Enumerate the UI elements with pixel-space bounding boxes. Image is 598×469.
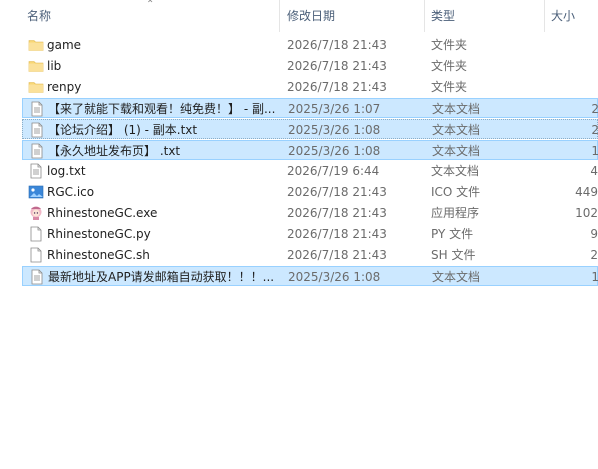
file-date: 2025/3/26 1:08 bbox=[288, 270, 381, 284]
file-size: 2 bbox=[591, 102, 598, 116]
file-row[interactable]: RhinestoneGC.sh 2026/7/18 21:43 SH 文件 2 bbox=[22, 245, 598, 265]
file-type: 文件夹 bbox=[431, 59, 468, 73]
blank-file-icon bbox=[28, 224, 44, 244]
file-name: RhinestoneGC.exe bbox=[47, 206, 158, 220]
file-date: 2026/7/18 21:43 bbox=[287, 59, 387, 73]
image-icon bbox=[28, 182, 44, 202]
file-size bbox=[542, 56, 598, 76]
file-name: log.txt bbox=[47, 164, 86, 178]
file-row[interactable]: lib 2026/7/18 21:43 文件夹 bbox=[22, 56, 598, 76]
file-date: 2026/7/19 6:44 bbox=[287, 164, 380, 178]
file-name: 最新地址及APP请发邮箱自动获取！！！... bbox=[48, 270, 275, 284]
text-file-icon bbox=[29, 120, 45, 140]
file-date: 2025/3/26 1:08 bbox=[288, 123, 381, 137]
file-type: SH 文件 bbox=[431, 248, 476, 262]
column-header-type[interactable]: 类型 bbox=[431, 0, 455, 32]
file-name: renpy bbox=[47, 80, 82, 94]
file-name: 【永久地址发布页】 .txt bbox=[48, 144, 181, 158]
file-date: 2026/7/18 21:43 bbox=[287, 80, 387, 94]
file-row[interactable]: RhinestoneGC.py 2026/7/18 21:43 PY 文件 9 bbox=[22, 224, 598, 244]
blank-file-icon bbox=[28, 245, 44, 265]
file-row[interactable]: renpy 2026/7/18 21:43 文件夹 bbox=[22, 77, 598, 97]
file-name: 【来了就能下载和观看！纯免费！】 - 副... bbox=[48, 102, 276, 116]
file-type: 文件夹 bbox=[431, 38, 468, 52]
text-file-icon bbox=[28, 161, 44, 181]
file-row[interactable]: game 2026/7/18 21:43 文件夹 bbox=[22, 35, 598, 55]
file-size: 2 bbox=[591, 123, 598, 137]
file-date: 2025/3/26 1:07 bbox=[288, 102, 381, 116]
file-size: 9 bbox=[590, 227, 598, 241]
file-size bbox=[542, 35, 598, 55]
sort-ascending-icon: ⌃ bbox=[146, 0, 155, 10]
column-divider[interactable] bbox=[424, 0, 425, 32]
column-header-date[interactable]: 修改日期 bbox=[287, 0, 335, 32]
file-type: ICO 文件 bbox=[431, 185, 481, 199]
file-row[interactable]: 【永久地址发布页】 .txt 2025/3/26 1:08 文本文档 1 bbox=[22, 140, 598, 160]
file-type: PY 文件 bbox=[431, 227, 474, 241]
file-type: 文本文档 bbox=[432, 123, 481, 137]
file-row[interactable]: 【来了就能下载和观看！纯免费！】 - 副... 2025/3/26 1:07 文本文… bbox=[22, 98, 598, 118]
column-header: ⌃ 名称 修改日期 类型 大小 bbox=[0, 0, 598, 32]
file-row[interactable]: RGC.ico 2026/7/18 21:43 ICO 文件 449 bbox=[22, 182, 598, 202]
file-date: 2026/7/18 21:43 bbox=[287, 227, 387, 241]
file-type: 文本文档 bbox=[432, 102, 481, 116]
file-date: 2026/7/18 21:43 bbox=[287, 185, 387, 199]
file-date: 2026/7/18 21:43 bbox=[287, 38, 387, 52]
file-size: 1 bbox=[591, 144, 598, 158]
file-date: 2026/7/18 21:43 bbox=[287, 206, 387, 220]
column-divider[interactable] bbox=[279, 0, 280, 32]
file-name: 【论坛介绍】 (1) - 副本.txt bbox=[48, 123, 198, 137]
file-name: game bbox=[47, 38, 82, 52]
file-row[interactable]: 最新地址及APP请发邮箱自动获取！！！... 2025/3/26 1:08 文本文档… bbox=[22, 266, 598, 286]
file-size: 102 bbox=[575, 206, 598, 220]
column-divider[interactable] bbox=[544, 0, 545, 32]
text-file-icon bbox=[29, 141, 45, 161]
file-date: 2026/7/18 21:43 bbox=[287, 248, 387, 262]
file-type: 文本文档 bbox=[432, 270, 481, 284]
column-header-name[interactable]: 名称 bbox=[27, 0, 51, 32]
file-type: 文本文档 bbox=[432, 144, 481, 158]
file-row[interactable]: RhinestoneGC.exe 2026/7/18 21:43 应用程序 102 bbox=[22, 203, 598, 223]
file-name: lib bbox=[47, 59, 62, 73]
file-size: 2 bbox=[590, 248, 598, 262]
file-type: 文件夹 bbox=[431, 80, 468, 94]
file-size: 4 bbox=[590, 164, 598, 178]
file-row[interactable]: log.txt 2026/7/19 6:44 文本文档 4 bbox=[22, 161, 598, 181]
folder-icon bbox=[28, 77, 44, 97]
column-header-size[interactable]: 大小 bbox=[551, 0, 575, 32]
folder-icon bbox=[28, 56, 44, 76]
file-type: 文本文档 bbox=[431, 164, 480, 178]
folder-icon bbox=[28, 35, 44, 55]
text-file-icon bbox=[29, 267, 45, 287]
file-size bbox=[542, 77, 598, 97]
file-size: 1 bbox=[591, 270, 598, 284]
app-icon bbox=[28, 203, 44, 223]
file-size: 449 bbox=[575, 185, 598, 199]
file-name: RGC.ico bbox=[47, 185, 95, 199]
file-name: RhinestoneGC.py bbox=[47, 227, 151, 241]
text-file-icon bbox=[29, 99, 45, 119]
file-date: 2025/3/26 1:08 bbox=[288, 144, 381, 158]
file-name: RhinestoneGC.sh bbox=[47, 248, 150, 262]
file-row[interactable]: 【论坛介绍】 (1) - 副本.txt 2025/3/26 1:08 文本文档 2 bbox=[22, 119, 598, 139]
file-type: 应用程序 bbox=[431, 206, 480, 220]
